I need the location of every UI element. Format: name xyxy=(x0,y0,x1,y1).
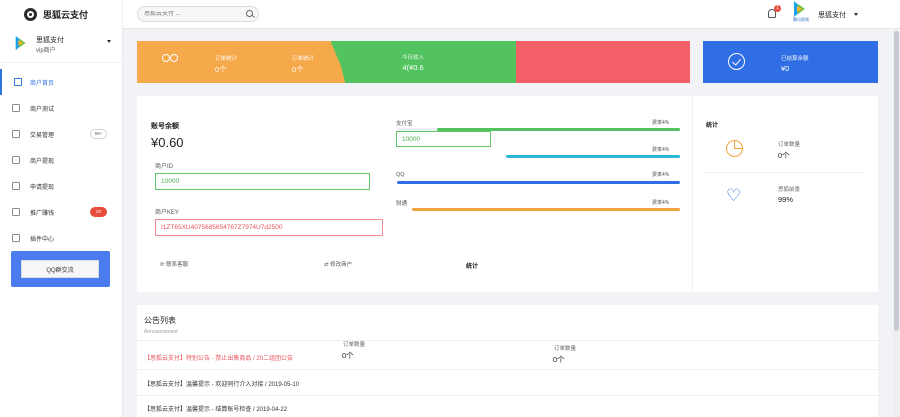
pay-channel-caitong: 财通 费率4% xyxy=(396,200,670,207)
income-value: ¥0.6 xyxy=(409,63,424,72)
qq-group-button[interactable]: QQ群交流 xyxy=(21,260,99,278)
check-circle-icon xyxy=(728,53,745,70)
orders-card: 订单统计 0个 订单统计 0个 xyxy=(137,41,353,83)
pay-bar-2 xyxy=(506,155,680,158)
sidebar-item-withdraw[interactable]: 商户提现 xyxy=(0,147,122,173)
edit-icon xyxy=(12,234,20,242)
sidebar-item-apply-withdraw[interactable]: 申请提现 xyxy=(0,173,122,199)
ann-stat-1-value: 0个 xyxy=(342,351,354,360)
today-income: 今日收入 4(¥0.6 xyxy=(402,55,425,72)
qq-group-panel: QQ群交流 xyxy=(11,251,110,287)
account-panel: 账号余额 ¥0.60 商户ID 10000 商户KEY I1ZT65XU4075… xyxy=(137,96,878,292)
announcement-divider xyxy=(137,395,878,396)
sidebar-nav: 商户首页 商户测试 交易管理 99+ 商户提现 申请提现 推广赚钱 20 插件中… xyxy=(0,69,122,251)
contact-service-link[interactable]: ⟳ 联系客服 xyxy=(160,260,188,268)
announcement-item[interactable]: 【思狐云支付】温馨提示 - 结算账号检查 / 2019-04-22 xyxy=(144,404,287,413)
prospect-label: 思狐前景 xyxy=(778,187,801,193)
bar-chart-icon xyxy=(12,130,20,138)
sidebar-item-promotion[interactable]: 推广赚钱 20 xyxy=(0,199,122,225)
edit-merchant-link[interactable]: ⇄ 修改商户 xyxy=(324,260,352,268)
sidebar-user-role: vip商户 xyxy=(36,48,56,54)
announcement-title: 公告列表 xyxy=(144,316,176,325)
sidebar-item-transactions[interactable]: 交易管理 99+ xyxy=(0,121,122,147)
pay-amount-field[interactable]: 10000 xyxy=(396,131,491,147)
pay-bar-qq xyxy=(397,181,680,184)
sidebar-item-label: 交易管理 xyxy=(30,132,55,139)
page-scrollbar[interactable] xyxy=(893,29,900,417)
prospect-value: 99% xyxy=(778,195,794,204)
sidebar-item-label: 商户提现 xyxy=(30,158,55,165)
sidebar-item-test[interactable]: 商户测试 xyxy=(0,95,122,121)
pay-bar-caitong xyxy=(412,208,680,211)
github-logo-icon xyxy=(24,8,37,21)
brand[interactable]: 思狐云支付 xyxy=(0,0,123,29)
notification-badge: 1 xyxy=(774,5,781,12)
sidebar-item-label: 推广赚钱 xyxy=(30,210,55,217)
sidebar-item-home[interactable]: 商户首页 xyxy=(0,69,122,95)
announcement-item[interactable]: 【思狐云支付】温馨提示 - 欢迎同行介入对接 / 2019-05-10 xyxy=(144,379,299,388)
tencent-video-logo-icon xyxy=(14,35,30,51)
sidebar: 思狐支付 vip商户 商户首页 商户测试 交易管理 99+ 商户提现 申请提现 … xyxy=(0,29,123,417)
settled-card: 已结算余额 ¥0 xyxy=(703,41,878,83)
stats-divider xyxy=(692,96,693,292)
sidebar-item-label: 插件中心 xyxy=(30,236,55,243)
chevron-down-icon[interactable] xyxy=(107,40,111,43)
card-icon xyxy=(12,182,20,190)
ann-stat-1-label: 订单数量 xyxy=(343,342,366,348)
flask-icon xyxy=(12,104,20,112)
merchant-id-label: 商户ID xyxy=(155,164,174,170)
top-header: 思狐云支付 1 腾讯视频 思狐支付 xyxy=(0,0,900,29)
sidebar-item-label: 商户首页 xyxy=(30,80,55,87)
search-icon[interactable] xyxy=(246,10,253,17)
stats-row-divider xyxy=(706,172,864,173)
income-card: 今日收入 4(¥0.6 xyxy=(330,41,530,83)
header-user-name[interactable]: 思狐支付 xyxy=(818,10,846,20)
red-card xyxy=(516,41,690,83)
avatar[interactable]: 腾讯视频 xyxy=(790,1,812,27)
sidebar-item-label: 申请提现 xyxy=(30,184,55,191)
settled-balance: 已结算余额 ¥0 xyxy=(781,56,809,73)
order-stat-1: 订单统计 0个 xyxy=(215,56,238,74)
graduation-cap-icon xyxy=(12,208,20,216)
promotion-badge: 20 xyxy=(90,207,107,217)
account-balance: ¥0.60 xyxy=(151,135,184,150)
document-icon xyxy=(12,156,20,164)
users-icon xyxy=(162,54,180,66)
account-title: 账号余额 xyxy=(151,123,179,130)
search-box[interactable] xyxy=(137,6,259,22)
tencent-video-logo-icon xyxy=(792,1,810,17)
merchant-id-field[interactable]: 10000 xyxy=(155,173,370,190)
order-count-value: 0个 xyxy=(778,151,790,160)
announcement-panel: 公告列表 Announcement 【思狐云支付】特别公告 - 禁止出售商品 /… xyxy=(137,305,878,417)
merchant-key-label: 商户KEY xyxy=(155,210,180,216)
order-count-label: 订单数量 xyxy=(778,142,801,148)
avatar-caption: 腾讯视频 xyxy=(793,17,809,22)
merchant-key-field[interactable]: I1ZT65XU4075685654767Z7974U7d2500 xyxy=(155,219,383,236)
transactions-badge: 99+ xyxy=(90,129,107,139)
pie-chart-icon xyxy=(726,140,743,157)
ann-stat-2-label: 订单数量 xyxy=(554,346,577,352)
announcement-divider xyxy=(137,340,878,341)
mid-stat-label: 统计 xyxy=(466,264,479,270)
stats-title: 统计 xyxy=(706,123,719,129)
order-stat-2: 订单统计 0个 xyxy=(292,56,315,74)
sidebar-user[interactable]: 思狐支付 vip商户 xyxy=(0,29,122,63)
sidebar-user-name: 思狐支付 xyxy=(36,37,64,44)
announcement-divider xyxy=(137,369,878,370)
announcement-subtitle: Announcement xyxy=(144,329,178,335)
ann-stat-2-value: 0个 xyxy=(553,355,565,364)
heart-icon: ♡ xyxy=(726,186,742,205)
sidebar-item-plugins[interactable]: 插件中心 xyxy=(0,225,122,251)
brand-name: 思狐云支付 xyxy=(43,10,89,20)
search-input[interactable] xyxy=(144,11,244,17)
pay-channel-qq: QQ 费率4% xyxy=(396,172,670,178)
pay-channel-alipay: 支付宝 费率4% xyxy=(396,120,670,127)
sidebar-item-label: 商户测试 xyxy=(30,106,55,113)
scrollbar-thumb[interactable] xyxy=(894,31,899,331)
home-icon xyxy=(14,78,22,86)
announcement-item[interactable]: 【思狐云支付】特别公告 - 禁止出售商品 / 20二组团公告 xyxy=(144,353,293,362)
chevron-down-icon[interactable] xyxy=(854,13,858,16)
